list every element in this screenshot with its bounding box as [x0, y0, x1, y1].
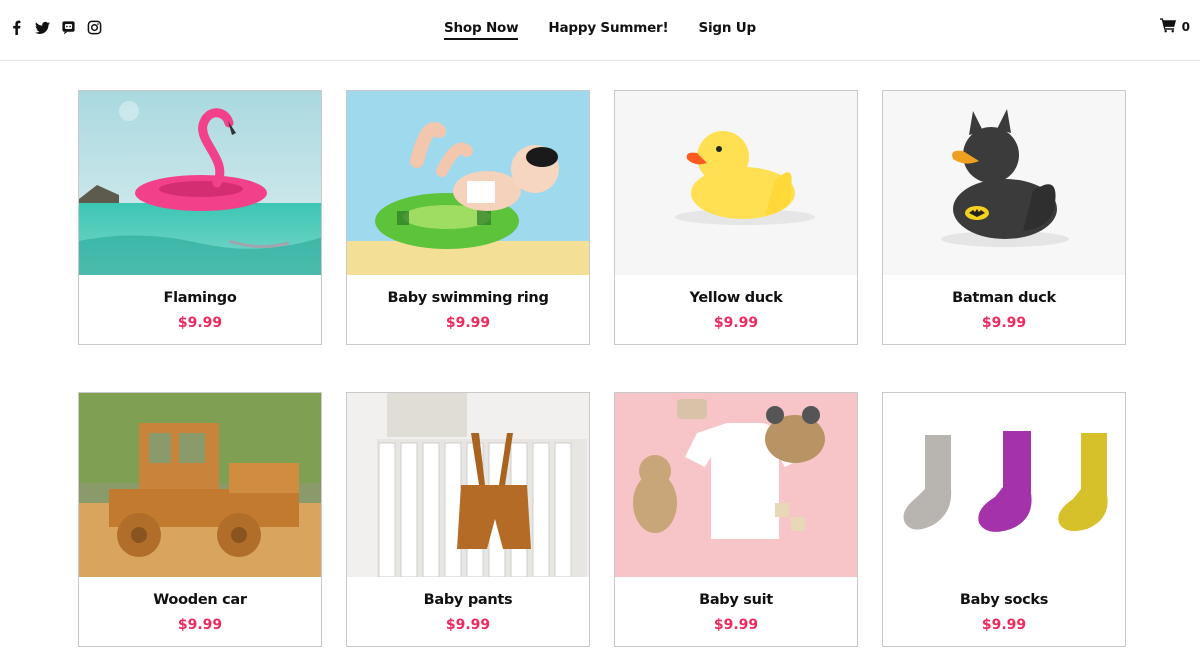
product-price: $9.99: [981, 315, 1027, 331]
product-price: $9.99: [713, 617, 759, 633]
product-name: Baby swimming ring: [387, 290, 549, 306]
product-name: Baby socks: [959, 592, 1049, 608]
top-navigation-bar: Shop Now Happy Summer! Sign Up 0: [0, 0, 1200, 61]
product-card-baby-pants[interactable]: Baby pants $9.99: [346, 392, 590, 647]
wooden-toy-car-image: [79, 393, 321, 577]
baby-suit-flatlay-image: [615, 393, 857, 577]
cart-button[interactable]: 0: [1159, 17, 1190, 36]
product-name: Yellow duck: [689, 290, 783, 306]
yellow-rubber-duck-image: [615, 91, 857, 275]
product-name: Baby pants: [423, 592, 513, 608]
product-price: $9.99: [713, 315, 759, 331]
product-card-yellow-duck[interactable]: Yellow duck $9.99: [614, 90, 858, 345]
product-card-baby-socks[interactable]: Baby socks $9.99: [882, 392, 1126, 647]
baby-in-swim-ring-image: [347, 91, 589, 275]
product-price: $9.99: [445, 315, 491, 331]
product-price: $9.99: [981, 617, 1027, 633]
product-card-batman-duck[interactable]: Batman duck $9.99: [882, 90, 1126, 345]
shopping-cart-icon: [1159, 17, 1177, 36]
product-card-baby-suit[interactable]: Baby suit $9.99: [614, 392, 858, 647]
product-name: Baby suit: [699, 592, 773, 608]
nav-sign-up[interactable]: Sign Up: [698, 20, 756, 40]
product-card-wooden-car[interactable]: Wooden car $9.99: [78, 392, 322, 647]
product-price: $9.99: [177, 617, 223, 633]
product-card-flamingo[interactable]: Flamingo $9.99: [78, 90, 322, 345]
nav-happy-summer[interactable]: Happy Summer!: [548, 20, 668, 40]
main-nav: Shop Now Happy Summer! Sign Up: [0, 20, 1200, 40]
product-name: Flamingo: [163, 290, 237, 306]
baby-socks-image: [883, 393, 1125, 577]
product-card-baby-swimming-ring[interactable]: Baby swimming ring $9.99: [346, 90, 590, 345]
baby-pants-on-radiator-image: [347, 393, 589, 577]
batman-rubber-duck-image: [883, 91, 1125, 275]
flamingo-float-image: [79, 91, 321, 275]
product-price: $9.99: [177, 315, 223, 331]
product-name: Batman duck: [952, 290, 1056, 306]
nav-shop-now[interactable]: Shop Now: [443, 20, 519, 40]
cart-count: 0: [1181, 19, 1190, 34]
product-name: Wooden car: [153, 592, 247, 608]
product-price: $9.99: [445, 617, 491, 633]
